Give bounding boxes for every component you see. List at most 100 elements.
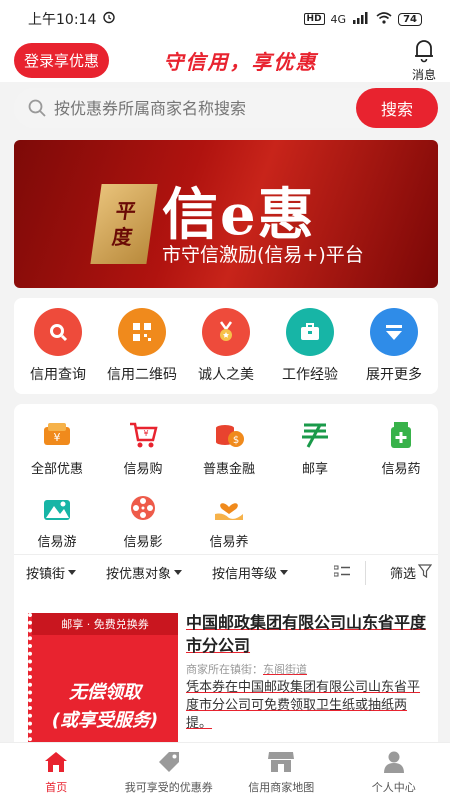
- message-label: 消息: [411, 68, 436, 82]
- filter-target-label: 按优惠对象: [106, 567, 172, 582]
- category-travel[interactable]: 信易游: [14, 491, 100, 550]
- expand-icon: [370, 308, 418, 356]
- status-bar: 上午10:14 HD 4G 74: [0, 0, 450, 38]
- funnel-icon: [417, 563, 433, 582]
- coupon-main-text: 无偿领取 (或享受服务): [32, 679, 178, 735]
- filter-street-label: 按镇街: [26, 567, 66, 582]
- medal-icon: [202, 308, 250, 356]
- func-credit-query[interactable]: 信用查询: [16, 308, 100, 384]
- search-button[interactable]: 搜索: [356, 88, 438, 128]
- message-button[interactable]: 消息: [412, 37, 436, 83]
- filter-target[interactable]: 按优惠对象: [94, 563, 183, 582]
- coupon-info: 中国邮政集团有限公司山东省平度市分公司 商家所在镇街：东阁街道 凭本券在中国邮政…: [186, 611, 432, 733]
- category-card: ¥ 全部优惠 ¥ 信易购 $ 普惠金融 邮享 信易药 信易游 信易影 信易养 按…: [14, 404, 438, 749]
- filter-level-label: 按信用等级: [212, 567, 278, 582]
- travel-icon: [38, 491, 76, 525]
- category-post[interactable]: 邮享: [272, 418, 358, 477]
- category-label: 信易药: [381, 462, 421, 477]
- tab-label: 个人中心: [371, 780, 416, 794]
- category-care[interactable]: 信易养: [186, 491, 272, 550]
- category-label: 信易影: [123, 535, 163, 550]
- func-label: 展开更多: [366, 367, 422, 383]
- tab-label: 首页: [45, 780, 68, 794]
- func-label: 工作经验: [282, 367, 338, 383]
- category-label: 信易购: [123, 462, 163, 477]
- filter-level[interactable]: 按信用等级: [200, 563, 289, 582]
- tag-icon: [156, 749, 182, 775]
- coupon-merchant-title: 中国邮政集团有限公司山东省平度市分公司: [186, 613, 427, 655]
- signal-icon: [352, 11, 370, 27]
- category-finance[interactable]: $ 普惠金融: [186, 418, 272, 477]
- store-icon: [267, 749, 295, 775]
- func-honest-beauty[interactable]: 诚人之美: [184, 308, 268, 384]
- coupon-main-line1: 无偿领取: [69, 682, 141, 703]
- banner-subtitle: 市守信激励(信易+)平台: [162, 244, 364, 266]
- seal-top-text: 平: [114, 199, 138, 223]
- promo-banner[interactable]: 平 度 信e惠 市守信激励(信易+)平台: [14, 140, 438, 288]
- filter-button[interactable]: 筛选: [389, 563, 433, 582]
- cart-icon: ¥: [124, 418, 162, 452]
- post-icon: [296, 418, 334, 452]
- slogan: 守信用，享优惠: [163, 49, 318, 74]
- coins-icon: $: [210, 418, 248, 452]
- func-label: 信用查询: [30, 367, 86, 383]
- divider: [365, 561, 366, 585]
- banner-seal: 平 度: [90, 184, 158, 264]
- tab-merchant-map[interactable]: 信用商家地图: [225, 743, 338, 800]
- tab-home[interactable]: 首页: [0, 743, 113, 800]
- coupon-card[interactable]: 邮享 · 免费兑换券 无偿领取 (或享受服务) 中国邮政集团有限公司山东省平度市…: [14, 599, 438, 749]
- category-medicine[interactable]: 信易药: [358, 418, 444, 477]
- status-time: 上午10:14: [28, 12, 97, 28]
- login-button[interactable]: 登录享优惠: [14, 42, 110, 78]
- category-label: 信易游: [37, 535, 77, 550]
- person-icon: [382, 749, 406, 775]
- category-label: 全部优惠: [30, 462, 83, 477]
- category-all[interactable]: ¥ 全部优惠: [14, 418, 100, 477]
- func-credit-qrcode[interactable]: 信用二维码: [100, 308, 184, 384]
- bottom-tab-bar: 首页 我可享受的优惠券 信用商家地图 个人中心: [0, 742, 450, 800]
- category-xinyigou[interactable]: ¥ 信易购: [100, 418, 186, 477]
- tab-label: 信用商家地图: [248, 780, 315, 794]
- film-icon: [124, 491, 162, 525]
- medicine-icon: [382, 418, 420, 452]
- search-icon: [20, 98, 54, 118]
- category-label: 信易养: [209, 535, 249, 550]
- coupon-address-value: 东阁街道: [263, 663, 307, 676]
- list-view-icon[interactable]: [333, 565, 350, 583]
- bell-icon: [412, 37, 436, 66]
- svg-text:¥: ¥: [143, 429, 148, 438]
- search-icon: [34, 308, 82, 356]
- func-work-experience[interactable]: 工作经验: [268, 308, 352, 384]
- category-label: 普惠金融: [202, 462, 255, 477]
- func-expand-more[interactable]: 展开更多: [352, 308, 436, 384]
- tab-personal-center[interactable]: 个人中心: [338, 743, 450, 800]
- tab-my-coupons[interactable]: 我可享受的优惠券: [113, 743, 226, 800]
- hd-badge: HD: [303, 13, 325, 25]
- category-film[interactable]: 信易影: [100, 491, 186, 550]
- app-header: 登录享优惠 守信用，享优惠 消息: [0, 38, 450, 82]
- wifi-icon: [376, 11, 392, 27]
- tab-label: 我可享受的优惠券: [124, 780, 213, 794]
- network-label: 4G: [330, 12, 347, 26]
- filter-bar: 按镇街 按优惠对象 按信用等级 筛选: [14, 554, 438, 590]
- filter-button-label: 筛选: [389, 567, 416, 582]
- qrcode-icon: [118, 308, 166, 356]
- svg-text:¥: ¥: [54, 431, 61, 444]
- function-grid: 信用查询 信用二维码 诚人之美 工作经验 展开更多: [14, 298, 438, 394]
- filter-street[interactable]: 按镇街: [14, 563, 77, 582]
- caret-down-icon: [174, 570, 183, 575]
- coupon-description: 凭本券在中国邮政集团有限公司山东省平度市分公司可免费领取卫生纸或抽纸两提。: [186, 680, 421, 731]
- coupon-badge: 邮享 · 免费兑换券 无偿领取 (或享受服务): [28, 613, 178, 749]
- alarm-icon: [102, 10, 116, 28]
- func-label: 信用二维码: [107, 367, 177, 383]
- category-label: 邮享: [301, 462, 328, 477]
- caret-down-icon: [68, 570, 77, 575]
- care-icon: [210, 491, 248, 525]
- seal-bottom-text: 度: [110, 225, 134, 249]
- caret-down-icon: [280, 570, 289, 575]
- briefcase-icon: [286, 308, 334, 356]
- wallet-icon: ¥: [38, 418, 76, 452]
- coupon-main-line2: (或享受服务): [51, 710, 159, 731]
- coupon-address: 商家所在镇街：东阁街道: [186, 661, 432, 677]
- banner-title: 信e惠: [162, 182, 316, 248]
